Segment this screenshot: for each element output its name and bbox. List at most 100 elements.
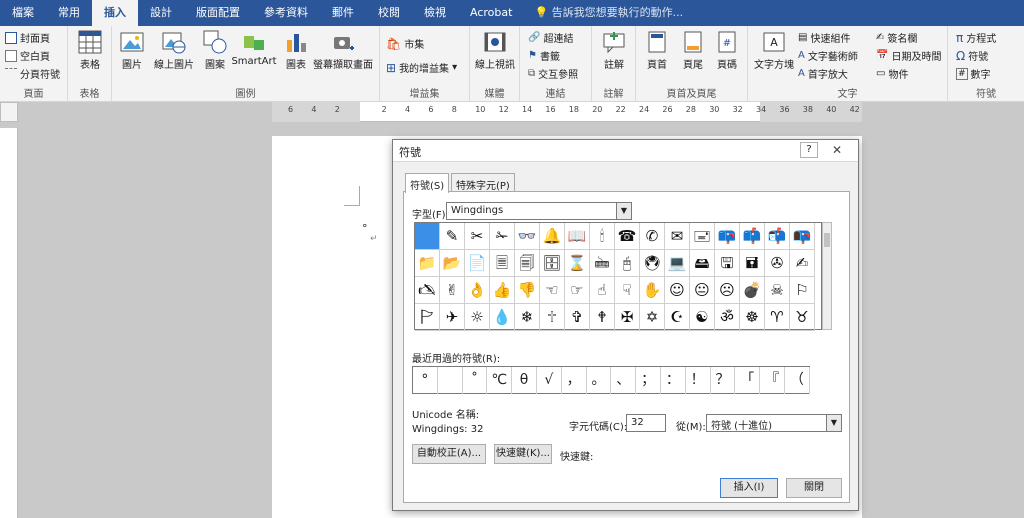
ruler-corner[interactable]: [0, 102, 18, 122]
symbol-cell[interactable]: ☎: [615, 223, 640, 250]
tab-layout[interactable]: 版面配置: [184, 0, 252, 26]
shapes-button[interactable]: 圖案: [200, 30, 230, 71]
help-button[interactable]: ?: [800, 142, 818, 158]
symbol-cell[interactable]: 🕯: [590, 223, 615, 250]
symbol-cell[interactable]: 💧: [490, 304, 515, 331]
wordart-button[interactable]: A 文字藝術師: [798, 48, 858, 63]
symbol-cell[interactable]: 🖎: [415, 277, 440, 304]
screenshot-button[interactable]: 螢幕擷取畫面: [310, 30, 376, 71]
recent-symbol-cell[interactable]: （: [785, 367, 810, 394]
scrollbar-thumb[interactable]: [824, 233, 830, 247]
symbol-cell[interactable]: 📪: [715, 223, 740, 250]
symbol-cell[interactable]: ✠: [615, 304, 640, 331]
recent-symbol-cell[interactable]: ；: [636, 367, 661, 394]
symbol-cell[interactable]: 🖲: [640, 250, 665, 277]
symbol-cell[interactable]: ✞: [565, 304, 590, 331]
symbol-cell[interactable]: 🏱: [415, 304, 440, 331]
symbol-cell[interactable]: ☼: [465, 304, 490, 331]
symbol-cell[interactable]: ☯: [690, 304, 715, 331]
symbol-cell[interactable]: ☪: [665, 304, 690, 331]
symbol-cell[interactable]: ☸: [740, 304, 765, 331]
symbol-cell[interactable]: ❄: [515, 304, 540, 331]
symbol-cell[interactable]: 💻: [665, 250, 690, 277]
vertical-ruler[interactable]: [0, 128, 18, 518]
chart-button[interactable]: 圖表: [282, 30, 310, 71]
symbol-cell[interactable]: 👓: [515, 223, 540, 250]
symbol-cell[interactable]: 👎: [515, 277, 540, 304]
tell-me-box[interactable]: 💡 告訴我您想要執行的動作...: [524, 0, 683, 26]
date-time-button[interactable]: 📅 日期及時間: [876, 48, 941, 63]
dropcap-button[interactable]: A 首字放大: [798, 66, 848, 81]
tab-mailings[interactable]: 郵件: [320, 0, 366, 26]
chevron-down-icon[interactable]: ▼: [826, 415, 841, 431]
symbol-cell[interactable]: ✍: [790, 250, 815, 277]
symbol-cell[interactable]: 📬: [765, 223, 790, 250]
number-button[interactable]: # 數字: [956, 66, 991, 81]
tab-references[interactable]: 參考資料: [252, 0, 320, 26]
close-button[interactable]: 關閉: [786, 478, 842, 498]
symbol-cell[interactable]: 😐: [690, 277, 715, 304]
symbol-cell[interactable]: 📁: [415, 250, 440, 277]
symbol-cell[interactable]: 🗐: [515, 250, 540, 277]
symbol-cell[interactable]: 🕈: [590, 304, 615, 331]
symbol-cell[interactable]: 📖: [565, 223, 590, 250]
symbol-cell[interactable]: ॐ: [715, 304, 740, 331]
symbol-cell[interactable]: 📫: [740, 223, 765, 250]
symbol-cell[interactable]: ⚐: [790, 277, 815, 304]
recent-symbol-cell[interactable]: ：: [661, 367, 686, 394]
font-select[interactable]: Wingdings ▼: [446, 202, 632, 220]
smartart-button[interactable]: SmartArt: [230, 30, 278, 67]
cover-page-button[interactable]: 封面頁: [5, 30, 50, 45]
symbol-grid-scrollbar[interactable]: [822, 222, 832, 330]
blank-page-button[interactable]: 空白頁: [5, 48, 50, 63]
symbol-cell[interactable]: 👍: [490, 277, 515, 304]
shortcut-key-button[interactable]: 快速鍵(K)...: [494, 444, 552, 464]
tab-insert[interactable]: 插入: [92, 0, 138, 26]
autocorrect-button[interactable]: 自動校正(A)...: [412, 444, 486, 464]
bookmark-button[interactable]: ⚑ 書籤: [528, 48, 560, 63]
cross-reference-button[interactable]: ⧉ 交互參照: [528, 66, 578, 81]
quick-parts-button[interactable]: ▤ 快速組件: [798, 30, 850, 45]
recent-symbol-cell[interactable]: 『: [760, 367, 785, 394]
symbol-cell[interactable]: ✡: [640, 304, 665, 331]
recent-symbol-cell[interactable]: °: [413, 367, 438, 394]
symbol-cell[interactable]: ☺: [665, 277, 690, 304]
symbol-cell[interactable]: 🕆: [540, 304, 565, 331]
table-button[interactable]: 表格: [76, 30, 104, 71]
recent-symbol-cell[interactable]: √: [537, 367, 562, 394]
tab-home[interactable]: 常用: [46, 0, 92, 26]
recent-symbols-grid[interactable]: ° ˚ ℃ θ √，。、；：！？「『（: [412, 366, 810, 394]
recent-symbol-cell[interactable]: ？: [711, 367, 736, 394]
tab-special-characters[interactable]: 特殊字元(P): [451, 173, 515, 192]
symbol-button[interactable]: Ω 符號: [956, 48, 988, 64]
symbol-cell[interactable]: ☝: [590, 277, 615, 304]
chevron-down-icon[interactable]: ▼: [616, 203, 631, 219]
recent-symbol-cell[interactable]: ℃: [487, 367, 513, 394]
symbol-cell[interactable]: 🖫: [715, 250, 740, 277]
signature-line-button[interactable]: ✍ 簽名欄: [876, 30, 917, 45]
close-icon[interactable]: ✕: [822, 142, 852, 158]
tab-symbols[interactable]: 符號(S): [405, 173, 450, 193]
tab-view[interactable]: 檢視: [412, 0, 458, 26]
symbol-cell[interactable]: 👌: [465, 277, 490, 304]
symbol-cell[interactable]: 📄: [465, 250, 490, 277]
symbol-cell[interactable]: ☜: [540, 277, 565, 304]
symbol-cell[interactable]: ✁: [490, 223, 515, 250]
symbol-cell[interactable]: 🖬: [740, 250, 765, 277]
store-button[interactable]: 🛍 市集: [386, 36, 424, 52]
online-picture-button[interactable]: 線上圖片: [150, 30, 198, 71]
object-button[interactable]: ▭ 物件: [876, 66, 908, 81]
recent-symbol-cell[interactable]: 「: [735, 367, 761, 394]
symbol-cell[interactable]: ✇: [765, 250, 790, 277]
symbol-cell[interactable]: 🖰: [615, 250, 640, 277]
symbol-cell[interactable]: 📭: [790, 223, 815, 250]
symbol-cell[interactable]: ✌: [440, 277, 465, 304]
symbol-cell[interactable]: ✎: [440, 223, 465, 250]
recent-symbol-cell[interactable]: 。: [587, 367, 612, 394]
symbol-grid[interactable]: ✎ ✂ ✁ 👓 🔔 📖 🕯 ☎ ✆ ✉ 🖃 📪 📫 📬 📭 📁 📂 📄 🗏 🗐 🗄 ⌛ 🖮 🖰 🖲 💻 🖴 🖫 🖬 ✇ ✍ 🖎 ✌ 👌 👍 👎 ☜ ☞ ☝ ☟…: [414, 222, 822, 331]
recent-symbol-cell[interactable]: ！: [686, 367, 711, 394]
picture-button[interactable]: 圖片: [118, 30, 146, 71]
tab-file[interactable]: 檔案: [0, 0, 46, 26]
tab-acrobat[interactable]: Acrobat: [458, 0, 524, 26]
tab-review[interactable]: 校閱: [366, 0, 412, 26]
